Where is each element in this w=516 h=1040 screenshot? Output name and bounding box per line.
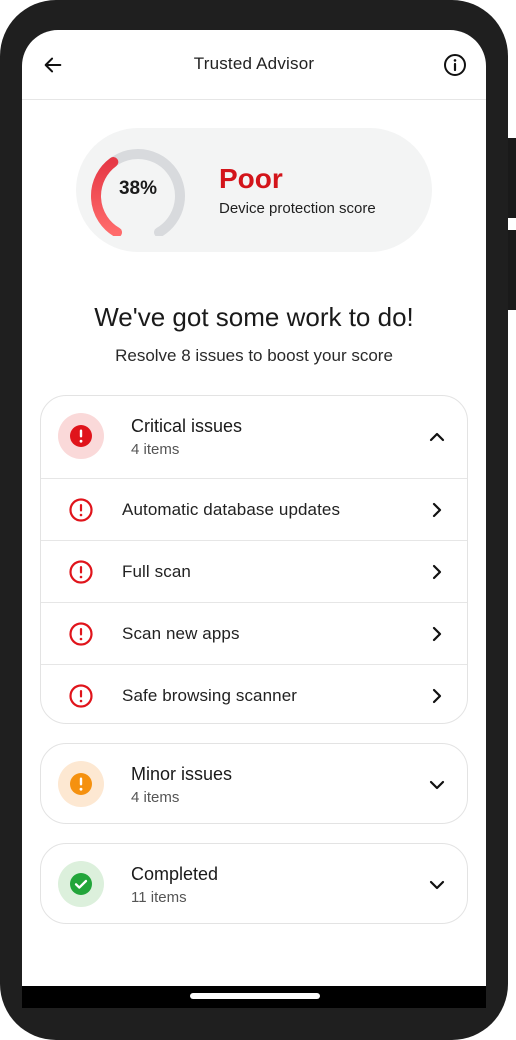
alert-circle-outline-icon	[69, 498, 93, 522]
info-button[interactable]	[440, 50, 470, 80]
chevron-up-icon[interactable]	[425, 425, 449, 449]
chevron-right-icon	[432, 502, 442, 518]
app-bar: Trusted Advisor	[22, 30, 486, 100]
issue-item-label: Safe browsing scanner	[122, 686, 298, 705]
chevron-down-icon[interactable]	[425, 873, 449, 897]
group-title: Completed	[131, 864, 219, 884]
issue-item-automatic-database-updates[interactable]: Automatic database updates	[41, 478, 467, 540]
group-count: 4 items	[131, 789, 180, 806]
group-title: Critical issues	[131, 416, 243, 436]
issue-item-label: Scan new apps	[122, 624, 240, 643]
page-title: Trusted Advisor	[193, 54, 315, 73]
critical-issues-header[interactable]: Critical issues 4 items	[41, 396, 467, 478]
alert-circle-outline-icon	[69, 560, 93, 584]
minor-issues-icon-badge	[58, 761, 104, 807]
critical-issues-icon-badge	[58, 413, 104, 459]
chevron-right-icon	[432, 688, 442, 704]
volume-button	[508, 138, 516, 218]
chevron-down-icon[interactable]	[425, 773, 449, 797]
alert-circle-icon	[70, 773, 92, 795]
issue-item-label: Automatic database updates	[122, 500, 341, 519]
minor-issues-header[interactable]: Minor issues 4 items	[41, 744, 467, 823]
group-count: 11 items	[131, 889, 187, 906]
minor-issues-group: Minor issues 4 items	[40, 743, 468, 824]
status-subheading: Resolve 8 issues to boost your score	[115, 346, 393, 365]
issue-item-label: Full scan	[122, 562, 191, 581]
protection-score-card[interactable]: 38% Poor Device protection score	[76, 128, 432, 252]
power-button	[508, 230, 516, 310]
completed-icon-badge	[58, 861, 104, 907]
completed-group: Completed 11 items	[40, 843, 468, 924]
score-subtitle: Device protection score	[219, 200, 376, 217]
issue-item-scan-new-apps[interactable]: Scan new apps	[41, 602, 467, 664]
info-icon	[444, 54, 466, 76]
issue-item-full-scan[interactable]: Full scan	[41, 540, 467, 602]
alert-circle-icon	[70, 425, 92, 447]
chevron-right-icon	[432, 564, 442, 580]
group-title: Minor issues	[131, 764, 233, 784]
completed-header[interactable]: Completed 11 items	[41, 844, 467, 923]
home-indicator[interactable]	[190, 993, 320, 999]
check-circle-icon	[70, 873, 92, 895]
critical-issues-group: Critical issues 4 items Automatic databa…	[40, 395, 468, 724]
alert-circle-outline-icon	[69, 684, 93, 708]
chevron-right-icon	[432, 626, 442, 642]
alert-circle-outline-icon	[69, 622, 93, 646]
status-heading: We've got some work to do!	[94, 302, 414, 332]
score-percent: 38%	[118, 178, 158, 199]
app-screen: Trusted Advisor 38% Poor Device protecti…	[22, 30, 486, 986]
issue-item-safe-browsing-scanner[interactable]: Safe browsing scanner	[41, 664, 467, 723]
score-rating: Poor	[219, 163, 283, 194]
group-count: 4 items	[131, 441, 180, 458]
